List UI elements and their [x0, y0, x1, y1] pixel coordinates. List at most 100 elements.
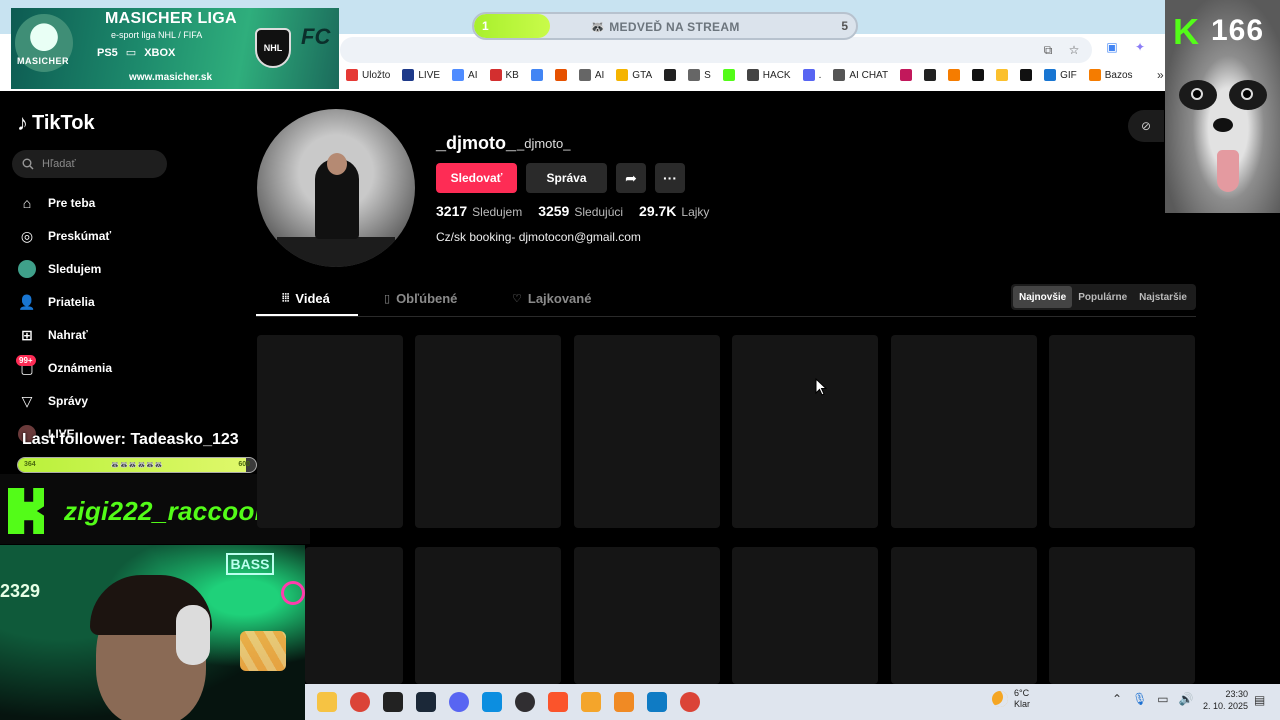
- heart-icon: ♡: [512, 293, 522, 305]
- vlc-icon[interactable]: [614, 692, 634, 712]
- bookmark-item[interactable]: [942, 65, 966, 85]
- explorer-icon[interactable]: [317, 692, 337, 712]
- bookmark-star-icon[interactable]: ☆: [1066, 42, 1082, 58]
- video-tile[interactable]: [732, 547, 878, 684]
- bookmark-item[interactable]: AI CHAT: [827, 65, 894, 85]
- video-tile[interactable]: [415, 335, 561, 528]
- obs-icon[interactable]: [515, 692, 535, 712]
- bookmark-item[interactable]: [990, 65, 1014, 85]
- goal-label: 🦝 MEDVEĎ NA STREAM: [590, 20, 740, 34]
- install-app-icon[interactable]: ⧉: [1040, 42, 1056, 58]
- bookmark-item[interactable]: KB: [484, 65, 525, 85]
- steam-icon[interactable]: [416, 692, 436, 712]
- display-icon[interactable]: ▭: [1157, 692, 1168, 706]
- bookmark-item[interactable]: HACK: [741, 65, 797, 85]
- bookmark-label: KB: [505, 69, 519, 81]
- grid-icon: ⦙⦙⦙: [282, 292, 290, 304]
- microphone-icon[interactable]: 🎙: [1132, 692, 1147, 706]
- stat-following[interactable]: 3217 Sledujem: [436, 203, 522, 219]
- bookmark-item[interactable]: S: [682, 65, 717, 85]
- bookmark-item[interactable]: GTA: [610, 65, 658, 85]
- epic-icon[interactable]: [383, 692, 403, 712]
- message-button[interactable]: Správa: [526, 163, 607, 193]
- chrome-alt-icon[interactable]: [680, 692, 700, 712]
- bookmark-item[interactable]: [717, 65, 741, 85]
- sort-popular[interactable]: Populárne: [1072, 286, 1133, 308]
- video-tile[interactable]: [305, 547, 403, 684]
- follow-button[interactable]: Sledovať: [436, 163, 517, 193]
- goal-end: 5: [841, 19, 848, 33]
- bookmark-item[interactable]: LIVE: [396, 65, 446, 85]
- brave-icon[interactable]: [548, 692, 568, 712]
- profile-nickname: _djmoto_: [517, 136, 571, 151]
- nav-sledujem[interactable]: Sledujem: [18, 258, 101, 280]
- bookmark-item[interactable]: Bazos: [1083, 65, 1139, 85]
- weather-widget[interactable]: 6°C Klar: [992, 688, 1030, 710]
- translate-extension-icon[interactable]: ▣: [1104, 39, 1120, 55]
- chrome-icon[interactable]: [350, 692, 370, 712]
- bookmark-item[interactable]: AI: [573, 65, 610, 85]
- video-tile[interactable]: [415, 547, 561, 684]
- video-tile[interactable]: [1049, 335, 1195, 528]
- tiktok-logo[interactable]: ♪ TikTok: [17, 110, 95, 136]
- address-bar[interactable]: ⧉ ☆: [340, 37, 1092, 63]
- edge-icon[interactable]: [482, 692, 502, 712]
- bookmark-item[interactable]: [1014, 65, 1038, 85]
- nav-nahrat[interactable]: ⊞ Nahrať: [18, 324, 88, 346]
- nav-label: Sledujem: [48, 262, 102, 276]
- bookmark-label: .: [818, 69, 822, 81]
- video-tile[interactable]: [891, 335, 1037, 528]
- bookmark-item[interactable]: [918, 65, 942, 85]
- bookmark-item[interactable]: GIF: [1038, 65, 1083, 85]
- share-button[interactable]: ➦: [616, 163, 646, 193]
- sort-oldest[interactable]: Najstaršie: [1133, 286, 1193, 308]
- search-input[interactable]: [42, 158, 152, 170]
- notification-center-icon[interactable]: ▤: [1254, 693, 1265, 707]
- profile-avatar[interactable]: [257, 109, 415, 267]
- search-box[interactable]: [12, 150, 167, 178]
- ring-icon: [972, 69, 985, 81]
- bookmark-item[interactable]: .: [797, 65, 828, 85]
- video-tile[interactable]: [574, 547, 720, 684]
- stat-followers[interactable]: 3259 Sledujúci: [538, 203, 623, 219]
- taskbar-clock[interactable]: 23:30 2. 10. 2025: [1200, 688, 1248, 712]
- discord-icon[interactable]: [449, 692, 469, 712]
- bookmarks-overflow-button[interactable]: »: [1157, 68, 1164, 82]
- video-tile[interactable]: [574, 335, 720, 528]
- nav-spravy[interactable]: ▽ Správy: [18, 390, 88, 412]
- nav-pre-teba[interactable]: ⌂ Pre teba: [18, 192, 96, 214]
- nav-priatelia[interactable]: 👤 Priatelia: [18, 291, 94, 313]
- tab-videa[interactable]: ⦙⦙⦙ Videá: [282, 291, 330, 306]
- video-tile[interactable]: [1049, 547, 1195, 684]
- floating-compass-button[interactable]: ⊘: [1128, 110, 1164, 142]
- bookmark-item[interactable]: [894, 65, 918, 85]
- bookmark-label: GIF: [1060, 69, 1077, 81]
- moon-icon: [992, 691, 1008, 707]
- video-tile[interactable]: [257, 335, 403, 528]
- profile-handle: _djmoto_: [436, 133, 517, 153]
- app-icon[interactable]: [581, 692, 601, 712]
- video-tile[interactable]: [891, 547, 1037, 684]
- chevron-up-icon[interactable]: ⌃: [1112, 692, 1122, 706]
- bookmark-item[interactable]: [966, 65, 990, 85]
- extension-icon[interactable]: ✦: [1132, 39, 1148, 55]
- speaker-icon[interactable]: 🔊: [1179, 692, 1194, 706]
- bookmark-item[interactable]: Uložto: [340, 65, 396, 85]
- window-icon[interactable]: [647, 692, 667, 712]
- raccoon-picture: K 166: [1165, 0, 1280, 213]
- more-button[interactable]: ···: [655, 163, 685, 193]
- nav-preskumat[interactable]: ◎ Preskúmať: [18, 225, 111, 247]
- bookmark-item[interactable]: [658, 65, 682, 85]
- mouse-cursor: [815, 378, 827, 396]
- bookmark-item[interactable]: [549, 65, 573, 85]
- tab-oblubene[interactable]: ▯ Obľúbené: [384, 291, 457, 306]
- more-icon: ···: [663, 170, 677, 186]
- bookmark-item[interactable]: [525, 65, 549, 85]
- bookmark-item[interactable]: AI: [446, 65, 483, 85]
- tab-lajkovane[interactable]: ♡ Lajkované: [512, 291, 591, 306]
- video-tile[interactable]: [732, 335, 878, 528]
- profile-bio: Cz/sk booking- djmotocon@gmail.com: [436, 230, 641, 244]
- bookmark-label: HACK: [762, 69, 791, 81]
- hack-icon: [746, 69, 759, 81]
- sort-newest[interactable]: Najnovšie: [1013, 286, 1073, 308]
